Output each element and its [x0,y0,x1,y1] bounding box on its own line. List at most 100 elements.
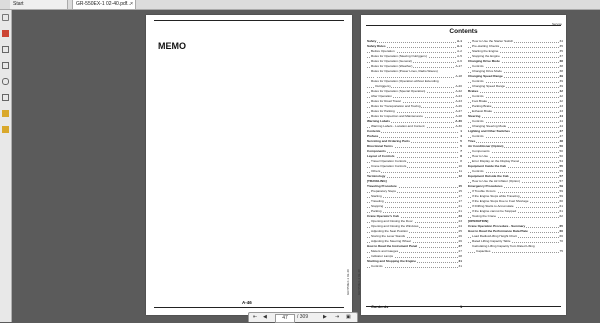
toc-entry-title: Calculating Lifting Capacity from Rated … [472,244,536,248]
contents-title: Contents [449,28,478,35]
toc-entry-title: Terminology [367,174,387,178]
toc-entry-title: Stopping [371,204,385,208]
toc-entry-title: Meters and Gauges [371,249,400,253]
toc-entry-title: Load Radius/Lifting Height Chart [472,234,518,238]
lock-icon[interactable] [2,110,9,117]
toc-entry-title: Crane Operation Procedure - Summary [468,224,527,228]
toc-entry-title: Brakes [468,89,480,93]
last-page-icon[interactable]: ⇥ [335,313,339,322]
close-icon[interactable]: × [130,0,133,9]
toc-entry-title: If the Engine Stops while Traveling [472,194,521,198]
toc-entry-title: Contents [367,129,382,133]
leader-dots [367,172,462,173]
toc-entry-title: Rules for Parking [371,109,396,113]
toc-entry-title: Error Display on the Display Panel [472,159,521,163]
toc-entry-title: Exhaust Brake [472,109,494,113]
toc-entry-title: Outriggers) [375,84,392,88]
fit-icon[interactable]: ▣ [346,313,351,322]
toc-entry-title: Towing the Crane [472,214,498,218]
toc-entry-title: Preface [367,134,380,138]
toc-entry-title: Equipment Outside the Cab [468,174,510,178]
toc-entry-title: How to Use the Starter Switch [472,39,515,43]
toc-entry-title: Rules for Operation (Power Lines, Radio … [371,69,439,73]
toc-entry-title: Rules for Road Travel [371,99,402,103]
memo-heading: MEMO [158,41,186,51]
toc-entry-title: Traveling [371,199,385,203]
toc-entry-title: If Drifting Starts to Accumulate [472,204,515,208]
first-page-icon[interactable]: ⇤ [253,313,257,322]
toc-entry-title: Starting the Engine [472,49,500,53]
toc-entry-title: Servicing and Ordering Parts [367,139,411,143]
leader-dots [468,142,563,143]
toc-entry-title: Changing Speed Range [468,74,504,78]
toc-entry-title: Opening and Closing the Windows [371,224,420,228]
toc-entry-title: Pre-starting Checks [472,44,501,48]
toc-entry-title: How to Use the Air Inflator (Option) [472,179,521,183]
toc-entry-title: Indicator Lamps [371,254,395,258]
tab-document[interactable]: GR-550EX-1 02-40.pdf... × [72,0,136,9]
toc-entry-title: Rules for Inspection and Maintenance [371,114,424,118]
toc-entry-title: Controls [472,79,485,83]
toc-entry-title: Controls [472,119,485,123]
toc-entry-title: Components [367,149,387,153]
toc-entry-title: Crane Operator's Cab [367,214,400,218]
toc-entry-title: How to Read the Performance Data Plate [468,229,529,233]
toc-entry-title: How to Use [472,154,489,158]
toc-entry-title: Others [371,169,382,173]
toc-entry-title: Air Conditioner (Option) [468,144,505,148]
toc-entry-title: Rules for Transportation and Towing [371,104,422,108]
tab-label: Start [13,1,24,7]
toc-entry-title: After Operation [371,94,393,98]
prev-page-icon[interactable]: ◀ [263,313,267,322]
toc-entry-title: Rules for Operation (General) [371,59,413,63]
toc-entry-title: Before Operation [371,49,396,53]
toc-entry-page: 75 [558,249,563,254]
toc-entry[interactable]: Capacities 75 [468,249,563,254]
toc-entry-title: Changing Speed Range [472,84,507,88]
page-navigation: ⇤ ◀ 47 / 309 ▶ ⇥ ▣ [248,312,358,323]
toc-entry-title: Layout of Controls [367,154,396,158]
leader-dots [367,77,462,78]
toc-entry-title: Capacities [476,249,492,253]
file-icon[interactable] [2,62,9,69]
toc-entry-title: Rules for Operation (Special Operation) [371,89,427,93]
tab-bar: Start GR-550EX-1 02-40.pdf... × [0,0,600,10]
leader-dots [367,132,462,133]
toc-entry-title: Rules for Operation (Slewing Outriggers) [371,54,428,58]
toc-entry-title: Crane Operation Controls [371,164,408,168]
copy-icon[interactable] [2,46,9,53]
toc-entry-title: Warning Labels [367,119,391,123]
attachment-icon[interactable] [2,78,9,85]
bookmark-icon[interactable] [2,14,9,21]
page-total: / 309 [297,314,309,320]
toc-entry-page: 31 [457,264,462,269]
footer-rule [366,306,561,307]
leader-dots [468,92,563,93]
header-rule [154,20,344,21]
toc-entry-title: Safety Rules [367,44,387,48]
toc-entry-title: If Trouble Occurs [472,189,497,193]
lock-icon[interactable] [2,126,9,133]
tab-start[interactable]: Start [10,0,68,9]
toc-entry-title [375,74,376,78]
toc-entry-title: Preparatory Steps [371,189,397,193]
toc-entry-title: Foot Brake [472,99,489,103]
toc-entry-title: Warning Labels - Location and Content [371,124,426,128]
toc-entry-title: Rated Lifting Capacity Table [472,239,512,243]
link-icon[interactable] [2,94,9,101]
toc-entry-title: Safety [367,39,378,43]
toc-entry-title: Opening and Closing the Door [371,219,414,223]
next-page-icon[interactable]: ▶ [323,313,327,322]
leader-dots [367,42,462,43]
page-number: A-46 [242,300,252,305]
toc-entry-title: Starting [371,194,383,198]
toc-entry-title: Controls [472,64,485,68]
toc-entry-title: Emergency Procedures [468,184,504,188]
toc-entry-title: Equipment Inside the Cab [468,164,507,168]
leader-dots [367,137,462,138]
toc-entry[interactable]: Controls 31 [367,264,462,269]
page-left: MEMO GR-550EX-1 02-40 A-46 [146,15,352,315]
toc-entry-title: Adjusting the Seat Position [371,229,409,233]
file-icon[interactable] [2,30,9,37]
toc-entry-title: Tires [468,139,477,143]
